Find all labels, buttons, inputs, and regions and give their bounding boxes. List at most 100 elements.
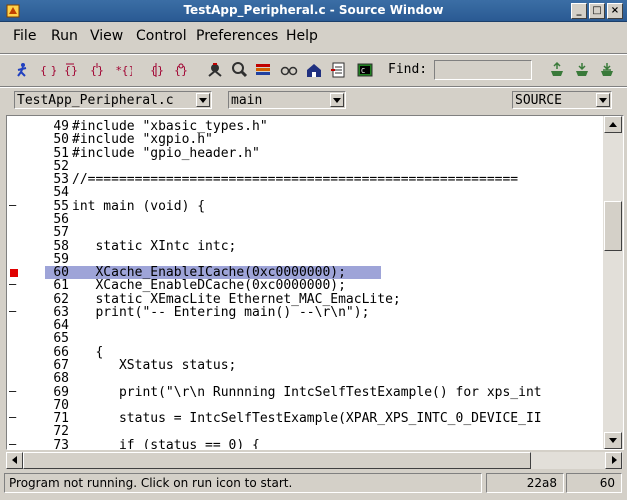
- memory-icon[interactable]: [280, 61, 298, 79]
- code-line[interactable]: 53//====================================…: [7, 173, 603, 186]
- code-line[interactable]: 72: [7, 425, 603, 438]
- code-line[interactable]: 67 XStatus status;: [7, 359, 603, 372]
- svg-text:C: C: [361, 67, 365, 75]
- chevron-down-icon[interactable]: [596, 93, 610, 107]
- function-combo[interactable]: main: [228, 91, 346, 109]
- status-address-panel: 22a8: [486, 473, 564, 493]
- code-line[interactable]: 57: [7, 226, 603, 239]
- maximize-button[interactable]: □: [589, 3, 605, 19]
- source-view[interactable]: 49 #include "xbasic_types.h" 50 #include "x…: [7, 116, 603, 449]
- menu-control[interactable]: Control: [136, 28, 187, 44]
- scroll-right-button[interactable]: [605, 452, 622, 469]
- chevron-down-icon[interactable]: [330, 93, 344, 107]
- line-number: 63: [53, 304, 69, 320]
- code-line[interactable]: 58 static XIntc intc;: [7, 240, 603, 253]
- code-line[interactable]: 54: [7, 186, 603, 199]
- file-combo-value: TestApp_Peripheral.c: [17, 93, 174, 108]
- status-line: 60: [599, 476, 615, 490]
- code-line[interactable]: 73 if (status == 0) {: [7, 438, 603, 449]
- run-icon[interactable]: [14, 61, 32, 79]
- menu-help[interactable]: Help: [286, 28, 318, 44]
- code-line[interactable]: 64: [7, 319, 603, 332]
- nexti-icon[interactable]: {}: [172, 61, 190, 79]
- code-text: int main (void) {: [72, 198, 206, 214]
- next-icon[interactable]: {}: [62, 61, 80, 79]
- code-line[interactable]: 56: [7, 213, 603, 226]
- code-line[interactable]: 63 print("-- Entering main() --\r\n");: [7, 304, 603, 320]
- find-label: Find:: [388, 62, 428, 77]
- scroll-up-button[interactable]: [604, 116, 622, 133]
- breakpoints-icon[interactable]: [206, 61, 224, 79]
- vertical-scroll-thumb[interactable]: [604, 201, 622, 251]
- line-number: 67: [53, 358, 69, 374]
- minimize-button[interactable]: _: [571, 3, 587, 19]
- menu-run[interactable]: Run: [51, 28, 78, 44]
- code-line[interactable]: 55 int main (void) {: [7, 198, 603, 214]
- toolbar-separator: [0, 86, 627, 88]
- up-frame-icon[interactable]: [548, 61, 566, 79]
- menu-preferences[interactable]: Preferences: [196, 28, 278, 44]
- code-line[interactable]: 68: [7, 372, 603, 385]
- menu-file[interactable]: File: [13, 28, 36, 44]
- line-number: 49: [53, 119, 69, 134]
- horizontal-scroll-thumb[interactable]: [23, 452, 531, 469]
- code-line[interactable]: 71 status = IntcSelfTestExample(XPAR_XPS…: [7, 411, 603, 425]
- mode-combo[interactable]: SOURCE: [512, 91, 612, 109]
- svg-text:{}: {}: [64, 64, 78, 77]
- code-line[interactable]: 52: [7, 160, 603, 173]
- horizontal-scrollbar[interactable]: [6, 452, 623, 469]
- toolbar: { } {} {} *{} {} {} C: [0, 55, 627, 85]
- code-text: static XIntc intc;: [72, 238, 237, 254]
- down-frame-icon[interactable]: [573, 61, 591, 79]
- stepi-icon[interactable]: {}: [148, 61, 166, 79]
- code-line[interactable]: 66 {: [7, 346, 603, 359]
- menu-bar: File Run View Control Preferences Help: [0, 22, 627, 52]
- line-number: 66: [53, 344, 69, 360]
- bottom-frame-icon[interactable]: [598, 61, 616, 79]
- code-line[interactable]: 59: [7, 253, 603, 266]
- svg-text:{}: {}: [150, 64, 164, 77]
- code-text: print("-- Entering main() --\r\n");: [72, 304, 370, 320]
- code-text: XStatus status;: [72, 358, 237, 374]
- locals-icon[interactable]: [230, 61, 248, 79]
- code-line[interactable]: 61 XCache_EnableDCache(0xc0000000);: [7, 278, 603, 292]
- chevron-down-icon[interactable]: [196, 93, 210, 107]
- code-text: static XEmacLite Ethernet_MAC_EmacLite;: [72, 291, 401, 307]
- code-line[interactable]: 62 static XEmacLite Ethernet_MAC_EmacLit…: [7, 293, 603, 306]
- code-line[interactable]: 69 print("\r\n Runnning IntcSelfTestExam…: [7, 385, 603, 399]
- watch-icon[interactable]: [330, 61, 348, 79]
- code-text: #include "xgpio.h": [72, 132, 213, 148]
- line-number: 60: [53, 265, 69, 281]
- continue-icon[interactable]: *{}: [114, 61, 132, 79]
- line-number: 62: [53, 291, 69, 307]
- find-input[interactable]: [434, 60, 532, 80]
- finish-icon[interactable]: {}: [88, 61, 106, 79]
- breakpoint-icon[interactable]: [10, 269, 18, 278]
- line-number: 55: [53, 198, 69, 214]
- stack-icon[interactable]: [305, 61, 323, 79]
- code-text: //======================================…: [72, 172, 519, 188]
- code-line[interactable]: 51 #include "gpio_header.h": [7, 147, 603, 160]
- line-number: 53: [53, 172, 69, 188]
- svg-text:{ }: { }: [40, 64, 56, 77]
- code-line[interactable]: 49 #include "xbasic_types.h": [7, 120, 603, 133]
- mode-combo-value: SOURCE: [515, 93, 562, 108]
- step-icon[interactable]: { }: [38, 61, 56, 79]
- status-address: 22a8: [526, 476, 557, 490]
- menu-view[interactable]: View: [90, 28, 123, 44]
- registers-icon[interactable]: [254, 61, 272, 79]
- code-line[interactable]: 65: [7, 332, 603, 345]
- function-combo-value: main: [231, 93, 263, 108]
- close-button[interactable]: ×: [607, 3, 623, 19]
- code-line[interactable]: 70: [7, 399, 603, 412]
- status-message: Program not running. Click on run icon t…: [9, 476, 293, 490]
- code-line[interactable]: 60 XCache_EnableICache(0xc0000000);: [7, 266, 603, 279]
- file-combo[interactable]: TestApp_Peripheral.c: [14, 91, 212, 109]
- code-line[interactable]: 50 #include "xgpio.h": [7, 133, 603, 146]
- scroll-left-button[interactable]: [6, 452, 23, 469]
- line-number: 51: [53, 145, 69, 161]
- console-icon[interactable]: C: [356, 61, 374, 79]
- scroll-down-button[interactable]: [604, 432, 622, 449]
- line-number: 57: [53, 225, 69, 241]
- vertical-scrollbar[interactable]: [603, 116, 623, 449]
